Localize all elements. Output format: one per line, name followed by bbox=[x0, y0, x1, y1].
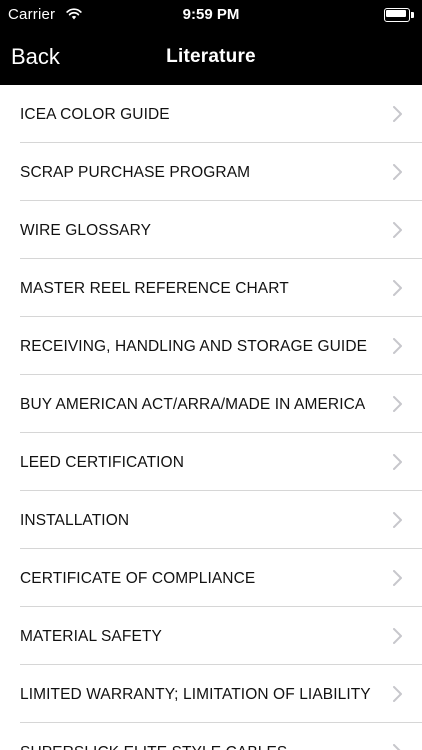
list-item-label: LIMITED WARRANTY; LIMITATION OF LIABILIT… bbox=[20, 686, 371, 703]
chevron-right-icon bbox=[393, 512, 402, 528]
list-item-label: CERTIFICATE OF COMPLIANCE bbox=[20, 570, 256, 587]
list-item-label: MASTER REEL REFERENCE CHART bbox=[20, 280, 289, 297]
list-item[interactable]: SCRAP PURCHASE PROGRAM bbox=[0, 143, 422, 201]
chevron-right-icon bbox=[393, 338, 402, 354]
list-item-label: ICEA COLOR GUIDE bbox=[20, 106, 170, 123]
chevron-right-icon bbox=[393, 280, 402, 296]
list-item[interactable]: LEED CERTIFICATION bbox=[0, 433, 422, 491]
chevron-right-icon bbox=[393, 396, 402, 412]
status-time: 9:59 PM bbox=[182, 6, 240, 23]
chevron-right-icon bbox=[393, 222, 402, 238]
list-item[interactable]: LIMITED WARRANTY; LIMITATION OF LIABILIT… bbox=[0, 665, 422, 723]
chevron-right-icon bbox=[393, 744, 401, 750]
list-item-label: WIRE GLOSSARY bbox=[20, 222, 152, 239]
list-item[interactable]: CERTIFICATE OF COMPLIANCE bbox=[0, 549, 422, 607]
list-item[interactable]: BUY AMERICAN ACT/ARRA/MADE IN AMERICA bbox=[0, 375, 422, 433]
list-item[interactable]: MATERIAL SAFETY bbox=[0, 607, 422, 665]
chevron-right-icon bbox=[393, 628, 402, 644]
battery-icon bbox=[384, 8, 414, 22]
chevron-right-icon bbox=[393, 686, 402, 702]
list-item[interactable]: SUPERSLICK ELITE STYLE CABLES bbox=[0, 723, 422, 750]
list-item-label: RECEIVING, HANDLING AND STORAGE GUIDE bbox=[20, 338, 368, 355]
list-item-label: SCRAP PURCHASE PROGRAM bbox=[20, 164, 251, 181]
list-item[interactable]: RECEIVING, HANDLING AND STORAGE GUIDE bbox=[0, 317, 422, 375]
navigation-bar: Back Literature bbox=[0, 30, 422, 85]
screen: Carrier 9:59 PM Back Literature ICEA COL… bbox=[0, 0, 422, 750]
chevron-right-icon bbox=[393, 164, 402, 180]
page-title: Literature bbox=[166, 46, 256, 67]
chevron-right-icon bbox=[393, 454, 402, 470]
status-bar: Carrier 9:59 PM bbox=[0, 0, 422, 30]
chevron-right-icon bbox=[393, 106, 402, 122]
list-item-label: INSTALLATION bbox=[20, 512, 130, 529]
list-item-label: LEED CERTIFICATION bbox=[20, 454, 184, 471]
list-item[interactable]: MASTER REEL REFERENCE CHART bbox=[0, 259, 422, 317]
list-item-label: SUPERSLICK ELITE STYLE CABLES bbox=[20, 744, 287, 750]
list-item[interactable]: WIRE GLOSSARY bbox=[0, 201, 422, 259]
list-item-label: BUY AMERICAN ACT/ARRA/MADE IN AMERICA bbox=[20, 396, 366, 413]
chevron-right-icon bbox=[393, 570, 402, 586]
literature-list: ICEA COLOR GUIDE SCRAP PURCHASE PROGRAM WI… bbox=[0, 85, 422, 750]
list-item[interactable]: ICEA COLOR GUIDE bbox=[0, 85, 422, 143]
list-item[interactable]: INSTALLATION bbox=[0, 491, 422, 549]
list-item-label: MATERIAL SAFETY bbox=[20, 628, 162, 645]
